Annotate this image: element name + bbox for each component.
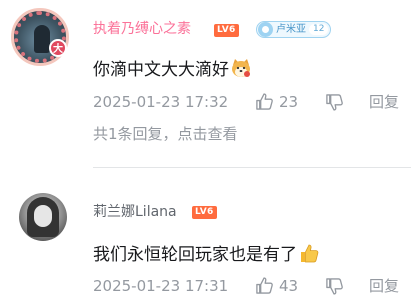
comment-meta: 2025-01-23 17:32 23 回复 bbox=[93, 92, 411, 112]
like-count: 43 bbox=[279, 277, 299, 295]
comment-text: 你滴中文大大滴好 bbox=[93, 58, 252, 81]
reply-button[interactable]: 回复 bbox=[369, 276, 399, 296]
fan-medal-badge[interactable]: 卢米亚 12 bbox=[256, 21, 332, 38]
comment-item: 莉兰娜Lilana LV6 我们永恒轮回玩家也是有了 2025-01-23 17… bbox=[0, 168, 411, 303]
username[interactable]: 执着乃缚心之素 bbox=[93, 20, 191, 38]
like-count: 23 bbox=[279, 93, 299, 111]
username[interactable]: 莉兰娜Lilana bbox=[93, 203, 177, 221]
thumbs-down-icon[interactable] bbox=[325, 277, 344, 296]
reply-button[interactable]: 回复 bbox=[369, 92, 399, 112]
user-avatar[interactable] bbox=[19, 193, 67, 241]
comment-text-body: 你滴中文大大滴好 bbox=[93, 60, 229, 80]
shiba-emoji-icon bbox=[232, 59, 250, 77]
comment-meta: 2025-01-23 17:31 43 回复 bbox=[93, 276, 411, 296]
fan-medal-name: 卢米亚 bbox=[276, 24, 306, 35]
level-badge: LV6 bbox=[192, 206, 217, 219]
avatar-face bbox=[34, 205, 52, 227]
thumbs-up-icon[interactable] bbox=[255, 92, 274, 111]
fan-medal-icon bbox=[258, 22, 273, 37]
comment-item: 大 执着乃缚心之素 LV6 卢米亚 12 你滴中文大大滴好 2025-01-23… bbox=[0, 0, 411, 168]
thumbs-up-icon[interactable] bbox=[255, 276, 274, 295]
comment-text-body: 我们永恒轮回玩家也是有了 bbox=[93, 245, 297, 265]
comment-time: 2025-01-23 17:31 bbox=[93, 277, 229, 295]
fan-medal-level: 12 bbox=[309, 24, 329, 35]
view-replies-link[interactable]: 共1条回复，点击查看 bbox=[93, 124, 238, 144]
comment-time: 2025-01-23 17:32 bbox=[93, 93, 229, 111]
thumbs-up-emoji-icon bbox=[301, 244, 319, 263]
comment-text: 我们永恒轮回玩家也是有了 bbox=[93, 243, 320, 266]
avatar-pendant-badge: 大 bbox=[49, 39, 67, 57]
thumbs-down-icon[interactable] bbox=[325, 93, 344, 112]
level-badge: LV6 bbox=[214, 24, 239, 37]
